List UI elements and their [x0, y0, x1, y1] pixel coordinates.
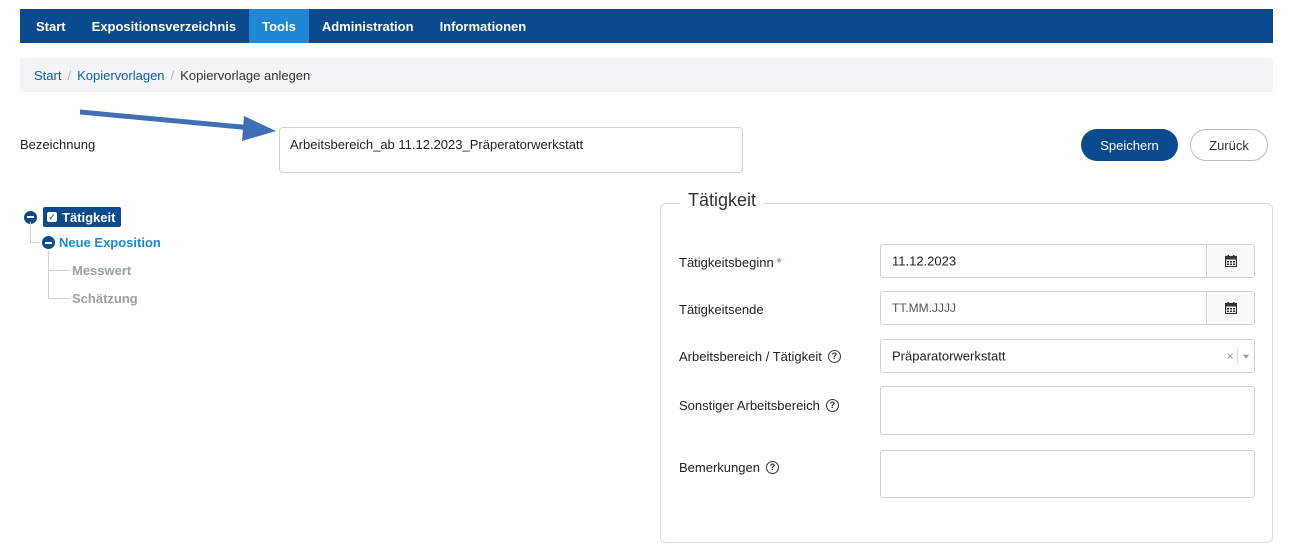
breadcrumb: Start / Kopiervorlagen / Kopiervorlage a… [20, 58, 1273, 92]
panel-legend: Tätigkeit [680, 190, 765, 211]
calendar-button[interactable] [1206, 245, 1254, 277]
area-label: Arbeitsbereich / Tätigkeit [679, 349, 822, 364]
tree-node-label: Tätigkeit [62, 209, 116, 225]
end-date-placeholder: TT.MM.JJJJ [892, 301, 956, 315]
bezeichnung-input[interactable]: Arbeitsbereich_ab 11.12.2023_Präperatorw… [279, 127, 743, 173]
tree-root: ✓ Tätigkeit [24, 207, 122, 227]
start-date-field[interactable]: 11.12.2023 [880, 244, 1255, 278]
top-navigation: Start Expositionsverzeichnis Tools Admin… [20, 9, 1273, 43]
area-label-row: Arbeitsbereich / Tätigkeit ? [679, 349, 841, 364]
breadcrumb-separator: / [67, 67, 72, 83]
area-select-value: Präparatorwerkstatt [892, 348, 1006, 364]
clear-icon[interactable]: × [1226, 349, 1234, 364]
annotation-arrow-icon [80, 109, 276, 141]
tree-leaf-messwert[interactable]: Messwert [72, 263, 131, 278]
area-select[interactable]: Präparatorwerkstatt × [880, 339, 1255, 373]
tree-connector [30, 222, 31, 242]
tree-connector [48, 270, 70, 271]
help-icon[interactable]: ? [827, 350, 841, 363]
tree-node-label: Neue Exposition [59, 235, 161, 250]
end-label-row: Tätigkeitsende [679, 302, 764, 317]
remarks-label-row: Bemerkungen ? [679, 460, 779, 475]
help-icon[interactable]: ? [825, 399, 839, 412]
collapse-icon[interactable] [42, 236, 55, 249]
tree-node-taetigkeit[interactable]: ✓ Tätigkeit [43, 207, 122, 227]
other-label: Sonstiger Arbeitsbereich [679, 398, 820, 413]
nav-item-informationen[interactable]: Informationen [427, 9, 540, 43]
nav-item-administration[interactable]: Administration [309, 9, 427, 43]
help-icon[interactable]: ? [765, 461, 779, 474]
breadcrumb-separator: / [170, 67, 175, 83]
select-divider [1237, 348, 1238, 364]
remarks-textarea[interactable] [880, 450, 1255, 498]
end-label: Tätigkeitsende [679, 302, 764, 317]
nav-item-tools[interactable]: Tools [249, 9, 309, 43]
back-button[interactable]: Zurück [1190, 129, 1268, 161]
save-button[interactable]: Speichern [1081, 129, 1178, 161]
required-marker: * [776, 255, 782, 270]
tree-leaf-schaetzung[interactable]: Schätzung [72, 291, 138, 306]
tree-connector [48, 298, 70, 299]
other-label-row: Sonstiger Arbeitsbereich ? [679, 398, 839, 413]
other-area-textarea[interactable] [880, 386, 1255, 435]
start-label: Tätigkeitsbeginn [679, 255, 774, 270]
start-label-row: Tätigkeitsbeginn * [679, 255, 782, 270]
chevron-down-icon[interactable] [1243, 354, 1249, 359]
calendar-button[interactable] [1206, 292, 1254, 324]
tree-connector [48, 251, 49, 298]
breadcrumb-current: Kopiervorlage anlegen [180, 67, 311, 83]
calendar-icon [1224, 255, 1237, 267]
checkbox-checked-icon[interactable]: ✓ [47, 212, 57, 222]
tree-node-neue-exposition[interactable]: Neue Exposition [42, 235, 161, 250]
nav-item-start[interactable]: Start [20, 9, 79, 43]
end-date-field[interactable]: TT.MM.JJJJ [880, 291, 1255, 325]
breadcrumb-start[interactable]: Start [34, 68, 61, 83]
bezeichnung-label: Bezeichnung [20, 137, 96, 152]
start-date-value: 11.12.2023 [892, 253, 957, 269]
breadcrumb-kopiervorlagen[interactable]: Kopiervorlagen [77, 68, 164, 83]
calendar-icon [1224, 302, 1237, 314]
remarks-label: Bemerkungen [679, 460, 760, 475]
nav-item-expositionsverzeichnis[interactable]: Expositionsverzeichnis [79, 9, 250, 43]
tree-connector [30, 242, 40, 243]
